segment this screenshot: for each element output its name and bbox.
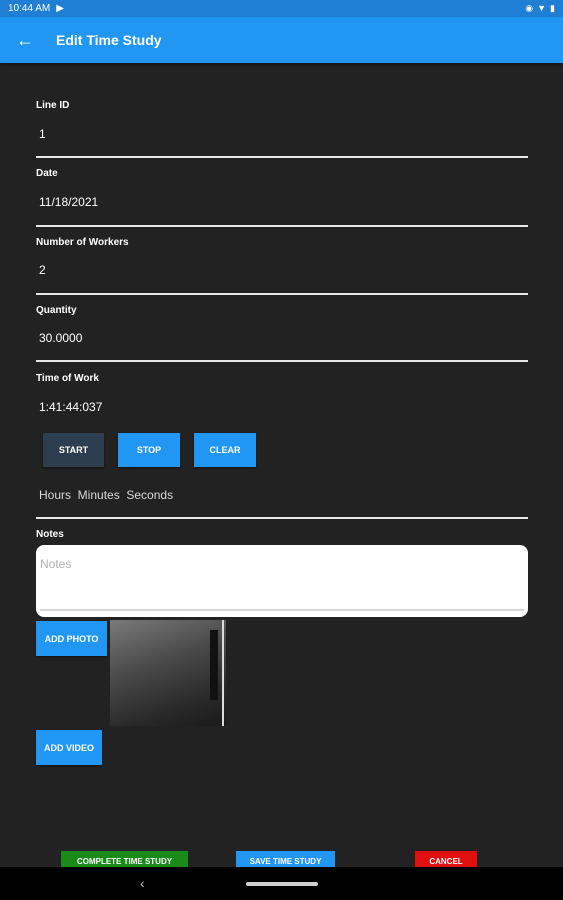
notes-label: Notes (36, 529, 64, 540)
workers-label: Number of Workers (36, 237, 129, 248)
stop-button[interactable]: STOP (118, 433, 180, 467)
date-underline (36, 225, 528, 227)
wifi-icon: ▼ (537, 3, 547, 13)
status-bar: 10:44 AM ▶ ◉ ▼ ▮ (0, 0, 563, 17)
notes-box (36, 545, 528, 617)
start-button[interactable]: START (43, 433, 104, 467)
photo-shadow (210, 630, 218, 700)
time-of-work-label: Time of Work (36, 373, 99, 384)
workers-underline (36, 293, 528, 295)
battery-icon: ▮ (550, 3, 555, 13)
system-nav-bar: ‹ (0, 867, 563, 900)
photo-thumbnail[interactable] (110, 620, 226, 726)
quantity-underline (36, 360, 528, 362)
arrow-left-icon[interactable]: ← (0, 17, 50, 63)
page-title: Edit Time Study (56, 32, 162, 48)
notes-underline (40, 609, 524, 611)
eye-icon: ◉ (525, 3, 534, 13)
photo-edge (222, 620, 224, 726)
app-bar: ← Edit Time Study (0, 17, 563, 63)
status-time: 10:44 AM (8, 3, 51, 14)
line-id-label: Line ID (36, 100, 70, 111)
time-underline (36, 517, 528, 519)
notes-input[interactable] (40, 557, 524, 571)
time-of-work-value: 1:41:44:037 (39, 400, 103, 414)
status-icons: ◉ ▼ ▮ (525, 3, 555, 14)
add-photo-button[interactable]: ADD PHOTO (36, 621, 107, 656)
play-icon: ▶ (56, 3, 64, 14)
workers-field[interactable]: 2 (39, 263, 46, 277)
nav-back-icon[interactable]: ‹ (140, 875, 145, 891)
line-id-underline (36, 156, 528, 158)
time-units-hint: Hours Minutes Seconds (39, 488, 174, 502)
quantity-field[interactable]: 30.0000 (39, 331, 82, 345)
add-video-button[interactable]: ADD VIDEO (36, 730, 102, 765)
quantity-label: Quantity (36, 305, 77, 316)
home-pill-icon[interactable] (246, 882, 318, 886)
clear-button[interactable]: CLEAR (194, 433, 256, 467)
date-field[interactable]: 11/18/2021 (39, 195, 98, 209)
date-label: Date (36, 168, 58, 179)
line-id-field[interactable]: 1 (39, 127, 46, 141)
